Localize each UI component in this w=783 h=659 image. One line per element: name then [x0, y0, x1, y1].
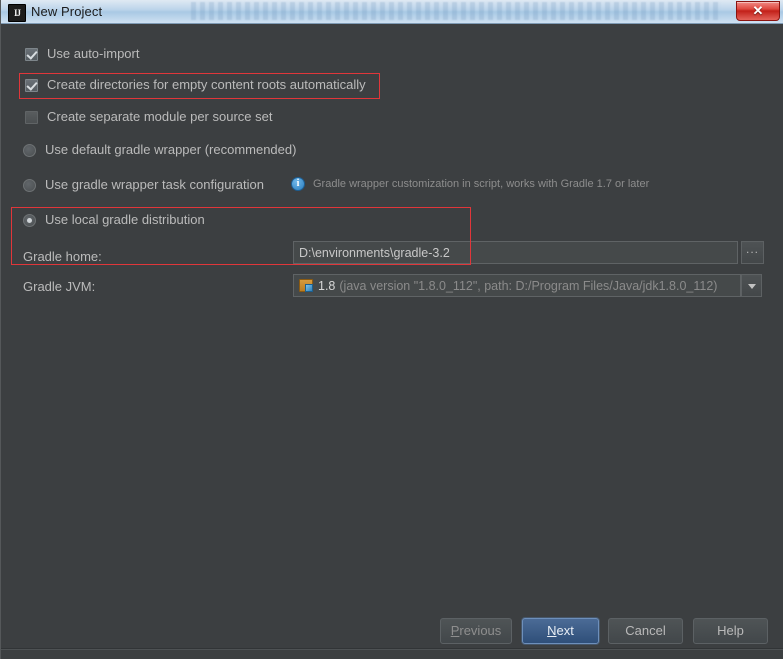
intellij-idea-icon: IJ [8, 4, 26, 22]
option-gradle-wrapper-task[interactable]: Use gradle wrapper task configuration [23, 177, 264, 193]
gradle-wrapper-task-label: Use gradle wrapper task configuration [45, 177, 264, 192]
option-local-gradle-distribution[interactable]: Use local gradle distribution [23, 212, 205, 228]
create-separate-module-checkbox[interactable] [25, 110, 38, 124]
jdk-icon [299, 279, 313, 292]
dialog-content: Use auto-import Create directories for e… [1, 24, 783, 659]
default-gradle-wrapper-label: Use default gradle wrapper (recommended) [45, 142, 297, 157]
cancel-button[interactable]: Cancel [608, 618, 683, 644]
help-button[interactable]: Help [693, 618, 768, 644]
create-separate-module-label: Create separate module per source set [47, 109, 273, 124]
gradle-jvm-label: Gradle JVM: [23, 279, 96, 294]
gradle-jvm-dropdown-arrow[interactable] [741, 274, 762, 297]
option-create-directories[interactable]: Create directories for empty content roo… [25, 77, 366, 93]
close-button[interactable]: ✕ [736, 1, 780, 21]
title-bar: IJ New Project ✕ [1, 0, 783, 24]
create-directories-checkbox[interactable] [25, 78, 38, 92]
use-auto-import-checkbox[interactable] [25, 47, 38, 61]
default-gradle-wrapper-radio[interactable] [23, 143, 36, 157]
close-icon: ✕ [752, 3, 764, 18]
option-use-auto-import[interactable]: Use auto-import [25, 46, 139, 62]
next-button-mnemonic: N [547, 623, 557, 638]
window-title: New Project [31, 4, 103, 19]
option-create-separate-module[interactable]: Create separate module per source set [25, 109, 272, 125]
gradle-wrapper-task-hint-text: Gradle wrapper customization in script, … [313, 178, 650, 190]
option-default-gradle-wrapper[interactable]: Use default gradle wrapper (recommended) [23, 142, 296, 158]
gradle-jvm-version: 1.8 [318, 278, 336, 293]
previous-button-label: revious [459, 623, 502, 638]
gradle-jvm-label-row: Gradle JVM: [23, 279, 95, 295]
gradle-home-label-row: Gradle home: [23, 249, 102, 265]
previous-button[interactable]: Previous [440, 618, 512, 644]
gradle-wrapper-task-hint: i Gradle wrapper customization in script… [291, 177, 649, 191]
gradle-home-label: Gradle home: [23, 249, 102, 264]
create-directories-label: Create directories for empty content roo… [47, 77, 366, 92]
gradle-jvm-details: (java version "1.8.0_112", path: D:/Prog… [339, 278, 718, 293]
use-auto-import-label: Use auto-import [47, 46, 140, 61]
gradle-wrapper-task-radio[interactable] [23, 178, 36, 192]
gradle-jvm-combobox[interactable]: 1.8 (java version "1.8.0_112", path: D:/… [293, 274, 741, 297]
info-icon: i [291, 177, 305, 191]
next-button-label: ext [556, 623, 574, 638]
titlebar-artifact [191, 2, 721, 20]
local-gradle-distribution-radio[interactable] [23, 213, 36, 227]
next-button[interactable]: Next [522, 618, 599, 644]
gradle-home-input[interactable] [293, 241, 738, 264]
new-project-dialog: IJ New Project ✕ Use auto-import Create … [0, 0, 783, 659]
footer-separator [1, 648, 783, 650]
gradle-home-browse-button[interactable]: ... [741, 241, 764, 264]
local-gradle-distribution-label: Use local gradle distribution [45, 212, 205, 227]
